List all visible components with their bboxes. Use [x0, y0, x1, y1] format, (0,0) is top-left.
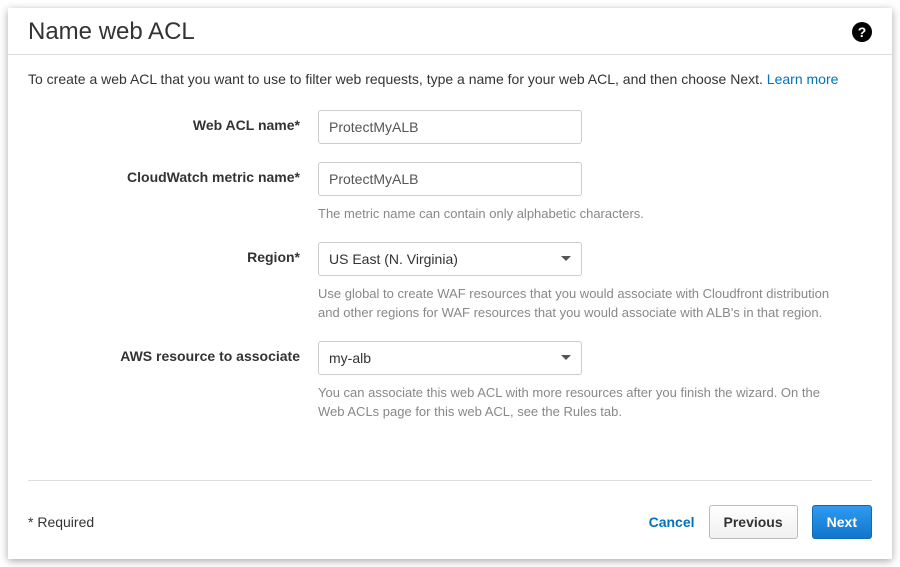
form-body: Web ACL name* CloudWatch metric name* Th… [8, 100, 892, 460]
footer: * Required Cancel Previous Next [8, 481, 892, 559]
metric-name-row: CloudWatch metric name* The metric name … [28, 162, 872, 224]
cancel-button[interactable]: Cancel [649, 514, 695, 530]
page-title: Name web ACL [28, 18, 195, 46]
metric-name-input[interactable] [318, 162, 582, 196]
next-button[interactable]: Next [812, 505, 872, 539]
required-note: * Required [28, 514, 94, 530]
resource-value: my-alb [329, 350, 371, 366]
web-acl-name-row: Web ACL name* [28, 110, 872, 144]
help-icon[interactable]: ? [852, 22, 872, 42]
region-row: Region* US East (N. Virginia) Use global… [28, 242, 872, 323]
resource-label: AWS resource to associate [28, 341, 318, 364]
metric-name-hint: The metric name can contain only alphabe… [318, 204, 848, 224]
region-hint: Use global to create WAF resources that … [318, 284, 848, 323]
resource-row: AWS resource to associate my-alb You can… [28, 341, 872, 422]
intro-text: To create a web ACL that you want to use… [8, 55, 892, 100]
region-value: US East (N. Virginia) [329, 251, 458, 267]
learn-more-link[interactable]: Learn more [767, 71, 839, 87]
region-select[interactable]: US East (N. Virginia) [318, 242, 582, 276]
previous-button[interactable]: Previous [709, 505, 798, 539]
web-acl-name-label: Web ACL name* [28, 110, 318, 133]
intro-body: To create a web ACL that you want to use… [28, 71, 767, 87]
name-web-acl-panel: Name web ACL ? To create a web ACL that … [8, 8, 892, 559]
panel-header: Name web ACL ? [8, 8, 892, 55]
resource-select[interactable]: my-alb [318, 341, 582, 375]
chevron-down-icon [561, 355, 571, 360]
metric-name-label: CloudWatch metric name* [28, 162, 318, 185]
footer-actions: Cancel Previous Next [649, 505, 872, 539]
region-label: Region* [28, 242, 318, 265]
chevron-down-icon [561, 256, 571, 261]
web-acl-name-input[interactable] [318, 110, 582, 144]
resource-hint: You can associate this web ACL with more… [318, 383, 848, 422]
